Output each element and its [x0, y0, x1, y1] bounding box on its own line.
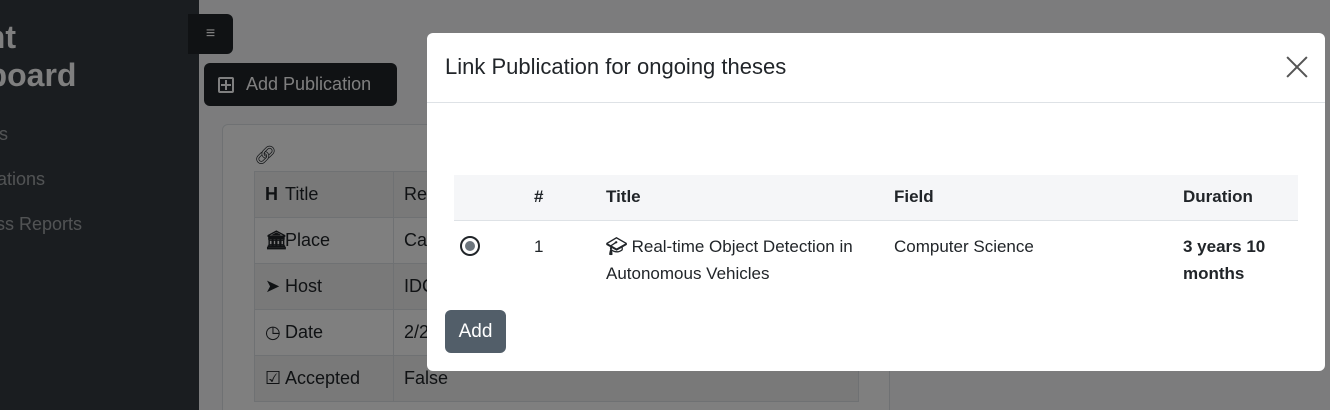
header-title: Title [598, 175, 886, 221]
header-field: Field [886, 175, 1175, 221]
add-button[interactable]: Add [445, 310, 506, 353]
thesis-number: 1 [534, 236, 544, 256]
link-publication-modal: Link Publication for ongoing theses # Ti… [427, 33, 1325, 371]
thesis-field: Computer Science [894, 236, 1034, 256]
thesis-duration: 3 years 10 months [1183, 236, 1266, 283]
graduation-cap-icon: 🎓︎ [606, 236, 628, 256]
table-header-row: # Title Field Duration [454, 175, 1298, 221]
theses-table: # Title Field Duration 1 🎓︎ Real-time Obj… [454, 175, 1298, 293]
table-row[interactable]: 1 🎓︎ Real-time Object Detection in Autono… [454, 220, 1298, 293]
modal-title: Link Publication for ongoing theses [445, 54, 787, 79]
modal-header: Link Publication for ongoing theses [427, 33, 1325, 103]
thesis-title: Real-time Object Detection in Autonomous… [606, 236, 853, 283]
header-duration: Duration [1175, 175, 1298, 221]
header-select [454, 175, 526, 221]
thesis-radio[interactable] [460, 235, 480, 256]
header-number: # [526, 175, 598, 221]
close-icon[interactable] [1285, 55, 1309, 79]
